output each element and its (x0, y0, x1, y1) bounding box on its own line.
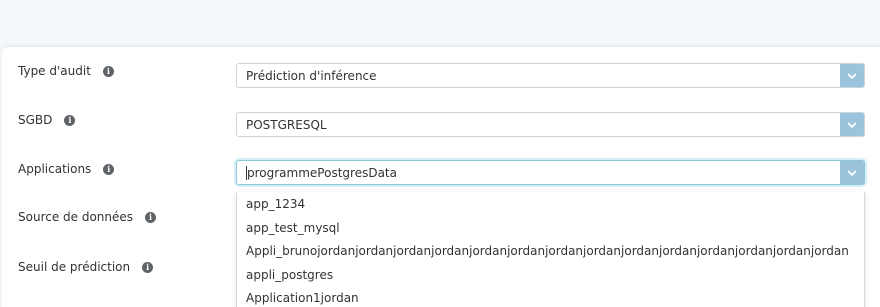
dropdown-option[interactable]: app_1234 (237, 192, 864, 216)
info-icon[interactable]: i (145, 211, 157, 223)
dropdown-option[interactable]: app_test_mysql (237, 216, 864, 240)
type-audit-select[interactable]: Prédiction d'inférence (236, 63, 865, 88)
applications-input[interactable]: programmePostgresData (237, 165, 840, 180)
label-applications: Applications i (18, 162, 115, 176)
select-value: programmePostgresData (247, 165, 397, 180)
dropdown-option[interactable]: appli_postgres (237, 263, 864, 287)
chevron-down-icon[interactable] (840, 64, 864, 87)
dropdown-option[interactable]: Application1jordan (237, 286, 864, 307)
info-icon[interactable]: i (64, 114, 76, 126)
label-type-audit: Type d'audit i (18, 64, 114, 78)
chevron-down-icon[interactable] (840, 161, 864, 184)
label-sgbd: SGBD i (18, 113, 76, 127)
chevron-down-icon[interactable] (840, 113, 864, 136)
dropdown-option[interactable]: Appli_brunojordanjordanjordanjordanjorda… (237, 239, 864, 263)
sgbd-select[interactable]: POSTGRESQL (236, 112, 865, 137)
info-icon[interactable]: i (142, 261, 154, 273)
applications-select[interactable]: programmePostgresData (236, 160, 865, 185)
info-icon[interactable]: i (102, 65, 114, 77)
label-text: Applications (18, 162, 92, 176)
label-source-donnees: Source de données i (18, 210, 157, 224)
applications-dropdown: app_1234 app_test_mysql Appli_brunojorda… (236, 192, 865, 307)
label-text: Source de données (18, 210, 134, 224)
select-value: Prédiction d'inférence (246, 68, 377, 83)
label-text: Type d'audit (18, 64, 91, 78)
select-value: POSTGRESQL (246, 117, 327, 132)
label-seuil-prediction: Seuil de prédiction i (18, 260, 154, 274)
label-text: Seuil de prédiction (18, 260, 131, 274)
info-icon[interactable]: i (103, 163, 115, 175)
label-text: SGBD (18, 113, 53, 127)
